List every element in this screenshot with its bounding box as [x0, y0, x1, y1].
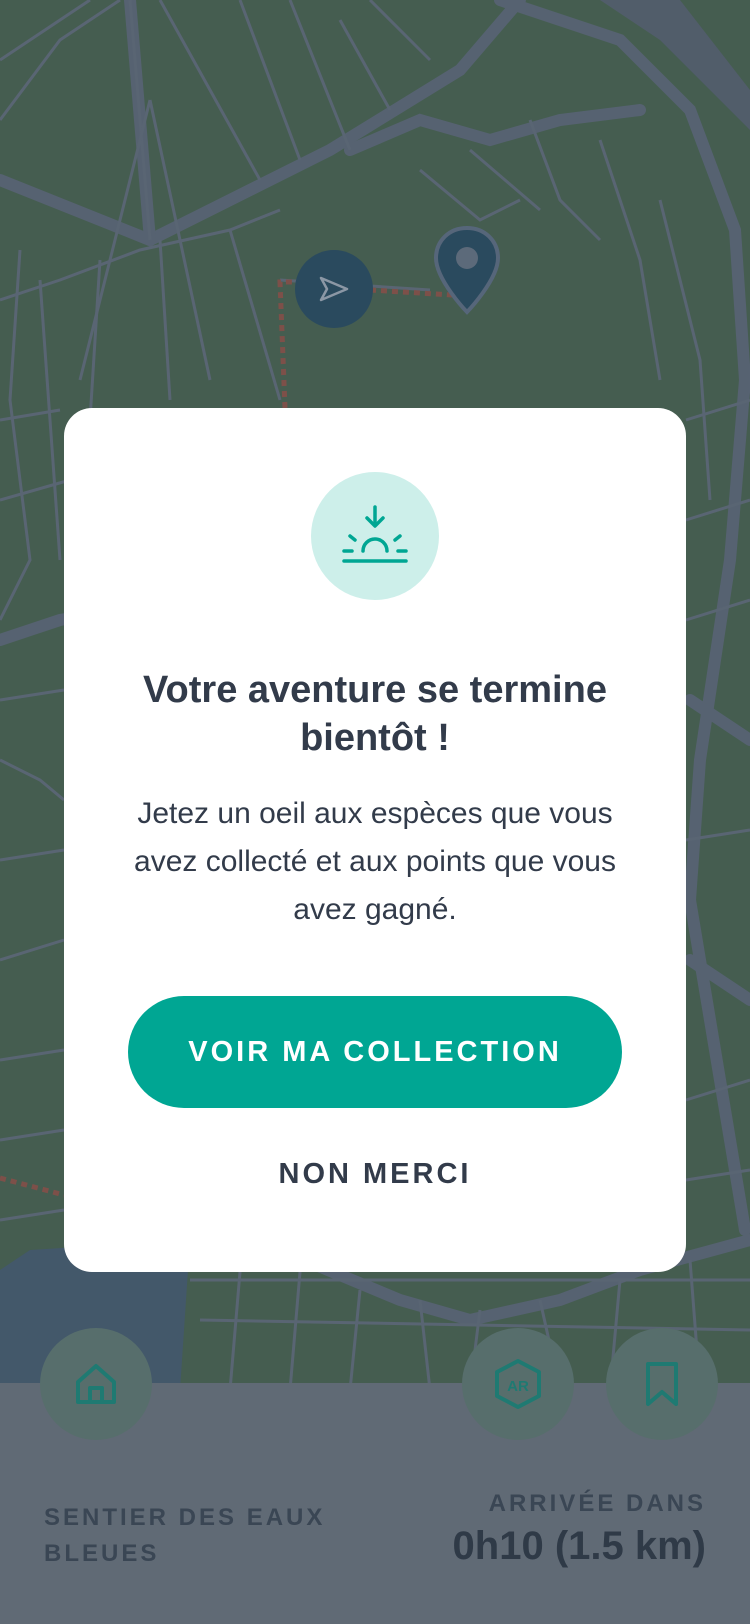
navigation-arrow-icon	[319, 276, 349, 302]
bookmark-button[interactable]	[606, 1328, 718, 1440]
modal-message: Jetez un oeil aux espèces que vous avez …	[134, 797, 616, 926]
modal-icon-badge	[311, 472, 439, 600]
arrival-time: 0h10 (1.5 km)	[452, 1524, 706, 1568]
bookmark-icon	[646, 1362, 678, 1406]
no-thanks-button[interactable]: NON MERCI	[225, 1144, 525, 1204]
view-collection-button[interactable]: VOIR MA COLLECTION	[128, 996, 622, 1108]
trail-name: SENTIER DES EAUX BLEUES	[44, 1504, 326, 1567]
arrival-label: ARRIVÉE DANS	[488, 1490, 706, 1517]
ar-button[interactable]: AR	[462, 1328, 574, 1440]
ar-label: AR	[507, 1378, 529, 1395]
ar-cube-icon: AR	[495, 1359, 541, 1409]
end-adventure-modal: Votre aventure se termine bientôt ! Jete…	[64, 408, 686, 1272]
modal-title: Votre aventure se termine bientôt !	[143, 669, 607, 759]
sunset-icon	[342, 505, 408, 563]
map-pin-icon[interactable]	[432, 224, 502, 316]
home-icon	[76, 1364, 116, 1404]
user-location-marker	[295, 250, 373, 328]
home-button[interactable]	[40, 1328, 152, 1440]
